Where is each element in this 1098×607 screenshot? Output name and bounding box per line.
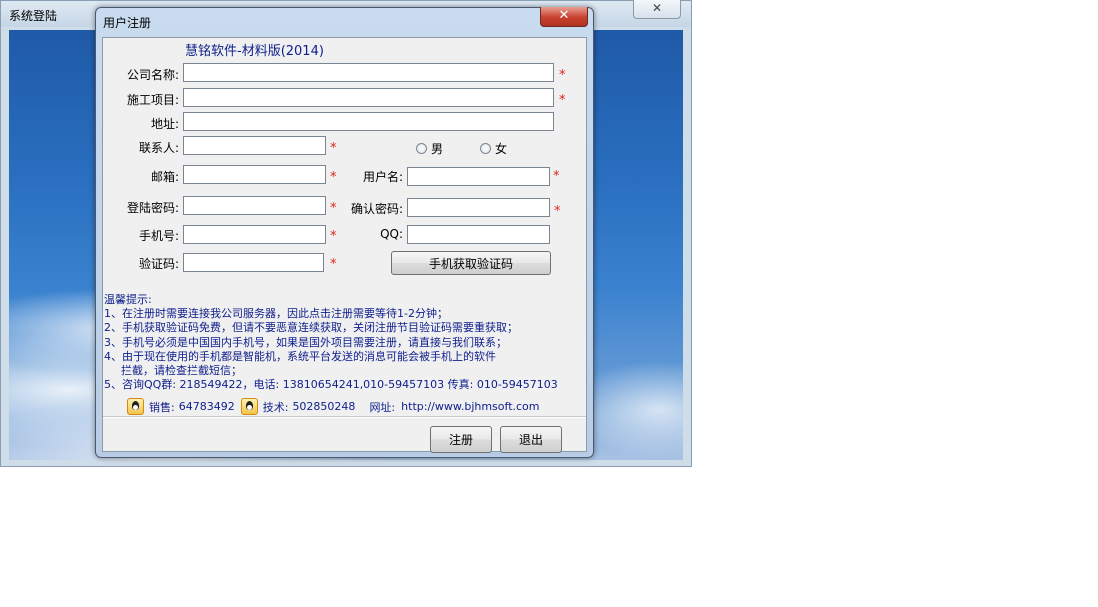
verify-code-input[interactable] <box>183 253 324 272</box>
phone-label: 手机号: <box>138 229 179 243</box>
gender-female-radio[interactable]: 女 <box>480 140 507 157</box>
password-required-mark: * <box>330 201 337 216</box>
contact-required-mark: * <box>330 141 337 156</box>
email-label: 邮箱: <box>150 170 179 184</box>
company-input[interactable] <box>183 63 554 82</box>
background-window-title: 系统登陆 <box>9 9 58 23</box>
dialog-close-button[interactable]: ✕ <box>540 7 588 27</box>
footer-separator <box>103 416 586 418</box>
username-required-mark: * <box>553 169 560 184</box>
verify-code-label: 验证码: <box>138 257 179 271</box>
background-close-button[interactable]: ✕ <box>633 0 681 19</box>
tips-line: 3、手机号必须是中国国内手机号，如果是国外项目需要注册，请直接与我们联系； <box>104 335 507 349</box>
radio-circle-icon <box>416 143 427 154</box>
tips-line: 1、在注册时需要连接我公司服务器，因此点击注册需要等待1-2分钟； <box>104 307 448 321</box>
tips-line: 5、咨询QQ群: 218549422，电话: 13810654241,010-5… <box>104 378 558 392</box>
contact-input[interactable] <box>183 136 326 155</box>
tips-line: 拦截，请检查拦截短信； <box>121 364 242 378</box>
contact-info-row: 销售: 64783492 技术: 502850248 网址: http://ww… <box>127 398 540 415</box>
confirm-password-required-mark: * <box>554 204 561 219</box>
tips-block: 温馨提示: 1、在注册时需要连接我公司服务器，因此点击注册需要等待1-2分钟； … <box>104 293 574 392</box>
password-input[interactable] <box>183 196 326 215</box>
qq-penguin-icon <box>127 398 144 415</box>
website-label: 网址: <box>369 400 396 414</box>
dialog-title: 用户注册 <box>103 16 152 30</box>
gender-male-label: 男 <box>431 142 444 156</box>
phone-input[interactable] <box>183 225 326 244</box>
radio-circle-icon <box>480 143 491 154</box>
contact-label: 联系人: <box>138 141 179 155</box>
confirm-password-label: 确认密码: <box>350 202 403 216</box>
qq-label: QQ: <box>380 227 403 241</box>
verify-code-required-mark: * <box>330 257 337 272</box>
website-link[interactable]: http://www.bjhmsoft.com <box>401 400 539 413</box>
get-sms-code-button[interactable]: 手机获取验证码 <box>391 251 551 275</box>
username-input[interactable] <box>407 167 550 186</box>
app-title: 慧铭软件-材料版(2014) <box>185 44 324 59</box>
email-required-mark: * <box>330 170 337 185</box>
tips-line: 2、手机获取验证码免费，但请不要恶意连续获取，关闭注册节目验证码需要重获取； <box>104 321 518 335</box>
address-label: 地址: <box>150 117 179 131</box>
password-label: 登陆密码: <box>126 201 179 215</box>
project-required-mark: * <box>559 93 566 108</box>
sales-qq: 64783492 <box>178 400 235 413</box>
tips-heading: 温馨提示: <box>104 293 152 306</box>
tips-line: 4、由于现在使用的手机都是智能机，系统平台发送的消息可能会被手机上的软件 <box>104 349 496 363</box>
phone-required-mark: * <box>330 229 337 244</box>
project-input[interactable] <box>183 88 554 107</box>
gender-female-label: 女 <box>495 142 508 156</box>
register-button[interactable]: 注册 <box>430 426 492 453</box>
tech-label: 技术: <box>262 400 289 414</box>
address-input[interactable] <box>183 112 554 131</box>
gender-male-radio[interactable]: 男 <box>416 140 443 157</box>
register-dialog: 用户注册 ✕ 慧铭软件-材料版(2014) 公司名称: * 施工项目: * 地址… <box>95 7 594 458</box>
username-label: 用户名: <box>362 170 403 184</box>
project-label: 施工项目: <box>126 93 179 107</box>
email-input[interactable] <box>183 165 326 184</box>
confirm-password-input[interactable] <box>407 198 550 217</box>
dialog-client-area: 慧铭软件-材料版(2014) 公司名称: * 施工项目: * 地址: 联系人: … <box>102 37 587 453</box>
qq-input[interactable] <box>407 225 550 244</box>
company-label: 公司名称: <box>126 68 179 82</box>
company-required-mark: * <box>559 68 566 83</box>
exit-button[interactable]: 退出 <box>500 426 562 453</box>
sales-label: 销售: <box>149 400 175 414</box>
tech-qq: 502850248 <box>292 400 356 413</box>
qq-penguin-icon <box>240 398 258 415</box>
